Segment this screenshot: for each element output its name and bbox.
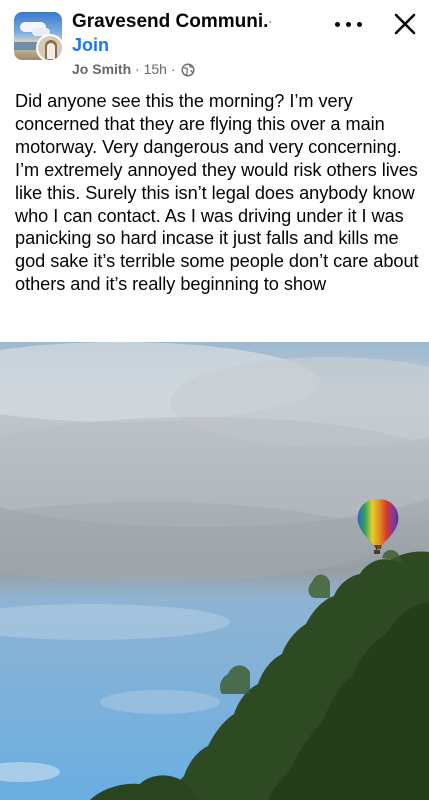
- author-avatar[interactable]: [36, 34, 64, 62]
- post-meta: Jo Smith · 15h ·: [72, 60, 195, 78]
- post-text: Did anyone see this the morning? I’m ver…: [15, 91, 419, 295]
- meta-separator: ·: [170, 61, 176, 77]
- meta-separator: ·: [135, 61, 140, 77]
- author-name[interactable]: Jo Smith: [72, 61, 131, 77]
- more-options-button[interactable]: [332, 10, 366, 38]
- group-avatar-stack[interactable]: [14, 12, 64, 64]
- post-header: Gravesend Communi... · Join Jo Smith · 1…: [0, 0, 429, 86]
- name-separator: ·: [268, 13, 273, 29]
- group-name-link[interactable]: Gravesend Communi...: [72, 10, 268, 34]
- balloon-photo-illustration: [0, 342, 429, 800]
- join-group-button[interactable]: Join: [72, 34, 109, 56]
- post-photo[interactable]: [0, 342, 429, 800]
- close-icon[interactable]: [390, 9, 420, 39]
- globe-icon[interactable]: [181, 63, 195, 77]
- post-time[interactable]: 15h: [144, 61, 167, 77]
